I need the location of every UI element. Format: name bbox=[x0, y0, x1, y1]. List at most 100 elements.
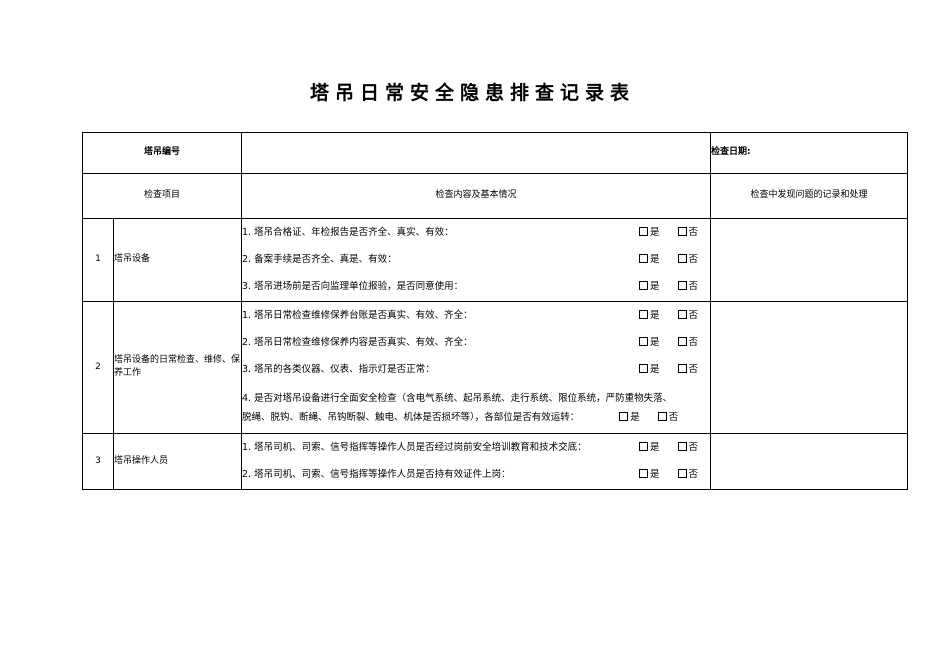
checkbox-no[interactable]: 否 bbox=[677, 279, 699, 294]
table-body: 塔吊编号 检查日期: 检查项目 检查内容及基本情况 检查中发现问题的记录和处理 … bbox=[81, 132, 909, 490]
checkbox-icon[interactable] bbox=[677, 254, 687, 264]
checkbox-icon[interactable] bbox=[638, 442, 648, 452]
table-row-column-headers: 检查项目 检查内容及基本情况 检查中发现问题的记录和处理 bbox=[81, 173, 909, 219]
check-item: 1. 塔吊司机、司索、信号指挥等操作人员是否经过岗前安全培训教育和技术交底： 是… bbox=[242, 434, 710, 461]
checkbox-icon[interactable] bbox=[677, 442, 687, 452]
checkbox-no[interactable]: 否 bbox=[677, 308, 699, 323]
checkbox-yes[interactable]: 是 bbox=[638, 225, 660, 240]
check-item-text: 2. 塔吊司机、司索、信号指挥等操作人员是否持有效证件上岗： bbox=[242, 469, 511, 481]
checkbox-no[interactable]: 否 bbox=[677, 335, 698, 350]
checkbox-no[interactable]: 否 bbox=[677, 440, 699, 455]
check-item-text: 2. 塔吊日常检查维修保养内容是否真实、有效、齐全： bbox=[242, 336, 473, 348]
check-item-text: 3. 塔吊的各类仪器、仪表、指示灯是否正常： bbox=[242, 363, 435, 375]
checkbox-no-label: 否 bbox=[668, 412, 679, 424]
check-item-text-line2: 脱绳、脱钩、断绳、吊钩断裂、触电、机体是否损坏等），各部位是否有效运转： bbox=[242, 412, 580, 424]
checkbox-yes-label: 是 bbox=[649, 442, 660, 454]
checkbox-yes-label: 是 bbox=[649, 469, 660, 481]
check-item-text: 1. 塔吊合格证、年检报告是否齐全、真实、有效： bbox=[242, 227, 454, 238]
row-number: 2 bbox=[82, 300, 114, 435]
checkbox-yes[interactable]: 是 bbox=[638, 279, 660, 294]
row-item-name: 塔吊设备 bbox=[112, 218, 243, 302]
checkbox-no[interactable]: 否 bbox=[677, 362, 699, 377]
checkbox-no-label: 否 bbox=[688, 469, 699, 481]
check-item-options: 是 否 bbox=[638, 252, 710, 267]
check-item-options: 是 否 bbox=[638, 279, 710, 294]
checkbox-icon[interactable] bbox=[638, 363, 648, 373]
checkbox-icon[interactable] bbox=[619, 412, 629, 422]
checkbox-yes[interactable]: 是 bbox=[638, 335, 660, 350]
checkbox-no[interactable]: 否 bbox=[677, 467, 699, 482]
check-item: 2. 备案手续是否齐全、真是、有效： 是 否 bbox=[242, 246, 710, 273]
checkbox-icon[interactable] bbox=[638, 227, 648, 236]
checkbox-icon[interactable] bbox=[677, 227, 687, 236]
page-title: 塔吊日常安全隐患排查记录表 bbox=[309, 82, 635, 104]
checkbox-no-label: 否 bbox=[688, 442, 699, 454]
row-content-cell: 1. 塔吊司机、司索、信号指挥等操作人员是否经过岗前安全培训教育和技术交底： 是… bbox=[241, 433, 712, 490]
inspection-record-table: 塔吊编号 检查日期: 检查项目 检查内容及基本情况 检查中发现问题的记录和处理 … bbox=[81, 132, 909, 490]
checkbox-no-label: 否 bbox=[688, 363, 699, 375]
column-header-content: 检查内容及基本情况 bbox=[241, 173, 712, 219]
checkbox-no[interactable]: 否 bbox=[677, 225, 699, 240]
row-content-cell: 1. 塔吊合格证、年检报告是否齐全、真实、有效： 是 否 2. 备案手续是否齐全… bbox=[241, 218, 712, 302]
row-number: 1 bbox=[82, 218, 114, 302]
crane-number-value-field[interactable] bbox=[241, 132, 712, 174]
check-item: 2. 塔吊司机、司索、信号指挥等操作人员是否持有效证件上岗： 是 否 bbox=[242, 461, 710, 488]
row-item-name: 塔吊操作人员 bbox=[112, 433, 243, 490]
check-item-options: 是 否 bbox=[638, 362, 710, 377]
check-item-text: 2. 备案手续是否齐全、真是、有效： bbox=[242, 254, 397, 266]
check-item-text: 1. 塔吊日常检查维修保养台账是否真实、有效、齐全： bbox=[242, 309, 473, 321]
table-row: 2 塔吊设备的日常检查、维修、保养工作 1. 塔吊日常检查维修保养台账是否真实、… bbox=[82, 300, 909, 435]
checkbox-yes-label: 是 bbox=[649, 336, 660, 348]
check-item-options: 是 否 bbox=[638, 467, 710, 482]
check-item: 2. 塔吊日常检查维修保养内容是否真实、有效、齐全： 是 否 bbox=[242, 329, 710, 356]
table-row: 3 塔吊操作人员 1. 塔吊司机、司索、信号指挥等操作人员是否经过岗前安全培训教… bbox=[82, 433, 909, 490]
checkbox-yes[interactable]: 是 bbox=[638, 467, 660, 482]
checkbox-icon[interactable] bbox=[677, 336, 687, 346]
document-page: 塔吊日常安全隐患排查记录表 塔吊编号 检查日期: 检查项目 检查内容及基本情况 … bbox=[0, 0, 945, 669]
inspect-date-label[interactable]: 检查日期: bbox=[710, 132, 909, 174]
column-header-remark: 检查中发现问题的记录和处理 bbox=[710, 173, 909, 219]
check-item: 1. 塔吊合格证、年检报告是否齐全、真实、有效： 是 否 bbox=[242, 219, 710, 246]
row-remark-cell[interactable] bbox=[710, 300, 909, 435]
check-item-options: 是 否 bbox=[619, 408, 678, 427]
row-remark-cell[interactable] bbox=[710, 218, 909, 302]
checkbox-icon[interactable] bbox=[677, 363, 687, 373]
checkbox-yes-label: 是 bbox=[649, 281, 660, 293]
checkbox-icon[interactable] bbox=[638, 469, 648, 479]
crane-number-label: 塔吊编号 bbox=[81, 132, 243, 174]
checkbox-no-label: 否 bbox=[688, 227, 699, 238]
row-number: 3 bbox=[82, 433, 114, 490]
row-remark-cell[interactable] bbox=[710, 433, 909, 490]
checkbox-no[interactable]: 否 bbox=[657, 408, 679, 427]
checkbox-no[interactable]: 否 bbox=[677, 252, 698, 267]
check-item-options: 是 否 bbox=[638, 440, 710, 455]
checkbox-icon[interactable] bbox=[677, 309, 687, 319]
check-item-options: 是 否 bbox=[638, 308, 710, 323]
checkbox-no-label: 否 bbox=[688, 309, 699, 321]
check-item-line2: 脱绳、脱钩、断绳、吊钩断裂、触电、机体是否损坏等），各部位是否有效运转： 是 否 bbox=[242, 408, 710, 427]
checkbox-icon[interactable] bbox=[638, 254, 648, 264]
checkbox-yes-label: 是 bbox=[630, 412, 640, 424]
check-item-text: 1. 塔吊司机、司索、信号指挥等操作人员是否经过岗前安全培训教育和技术交底： bbox=[242, 442, 587, 454]
table-row-crane-number: 塔吊编号 检查日期: bbox=[81, 132, 909, 174]
checkbox-icon[interactable] bbox=[638, 309, 648, 319]
checkbox-yes[interactable]: 是 bbox=[638, 362, 660, 377]
checkbox-yes[interactable]: 是 bbox=[638, 308, 660, 323]
check-item-options: 是 否 bbox=[638, 335, 710, 350]
checkbox-yes-label: 是 bbox=[649, 254, 660, 266]
checkbox-yes[interactable]: 是 bbox=[638, 252, 660, 267]
checkbox-icon[interactable] bbox=[657, 412, 667, 422]
checkbox-yes[interactable]: 是 bbox=[619, 408, 640, 427]
checkbox-icon[interactable] bbox=[638, 281, 648, 291]
checkbox-yes[interactable]: 是 bbox=[638, 440, 660, 455]
checkbox-no-label: 否 bbox=[688, 281, 699, 293]
check-item-text-line1: 4. 是否对塔吊设备进行全面安全检查（含电气系统、起吊系统、走行系统、限位系统，… bbox=[242, 393, 673, 405]
checkbox-yes-label: 是 bbox=[649, 309, 660, 321]
row-content-cell: 1. 塔吊日常检查维修保养台账是否真实、有效、齐全： 是 否 2. 塔吊日常检查… bbox=[241, 300, 712, 435]
checkbox-yes-label: 是 bbox=[649, 227, 660, 238]
column-header-item: 检查项目 bbox=[81, 173, 243, 219]
checkbox-icon[interactable] bbox=[677, 281, 687, 291]
check-item: 3. 塔吊的各类仪器、仪表、指示灯是否正常： 是 否 bbox=[242, 356, 710, 383]
checkbox-icon[interactable] bbox=[638, 336, 648, 346]
checkbox-icon[interactable] bbox=[677, 469, 687, 479]
